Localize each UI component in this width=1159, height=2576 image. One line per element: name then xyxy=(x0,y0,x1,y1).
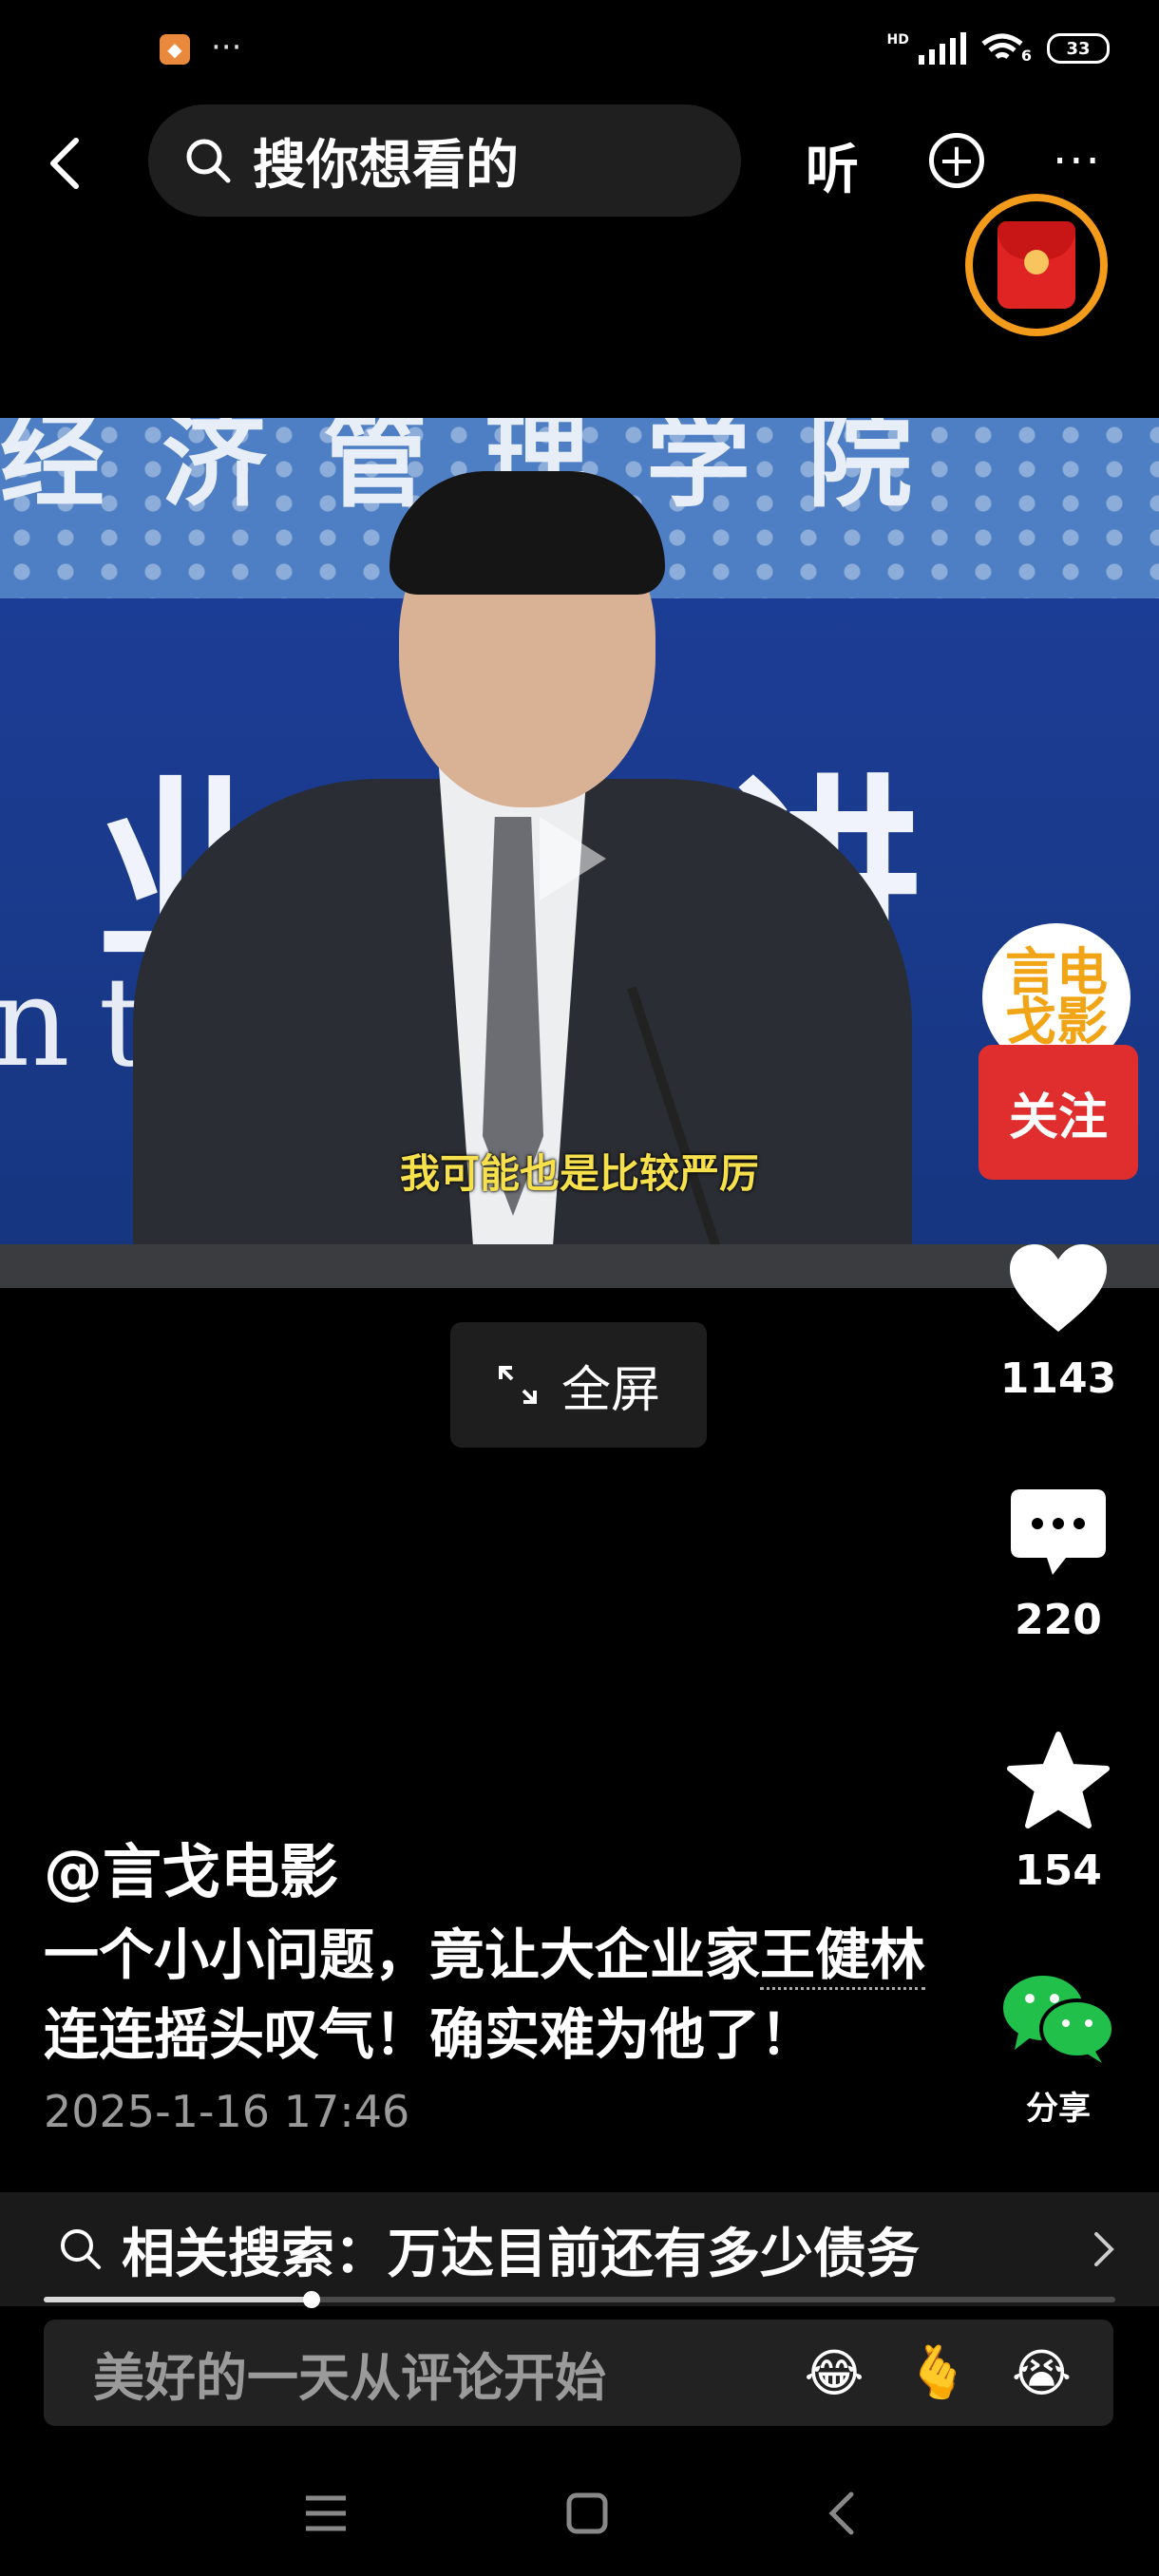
comment-count: 220 xyxy=(1015,1596,1102,1644)
related-search-bar[interactable]: 相关搜索：万达目前还有多少债务 xyxy=(0,2192,1159,2306)
search-icon xyxy=(61,2229,101,2269)
favorite-count: 154 xyxy=(1015,1847,1102,1895)
avatar-logo-text: 言电戈影 xyxy=(1005,942,1108,1051)
battery-icon: 33 xyxy=(1047,33,1110,64)
comment-bubble-icon xyxy=(1011,1489,1106,1575)
comment-button[interactable]: 220 xyxy=(978,1487,1138,1644)
chevron-right-icon xyxy=(1094,2232,1114,2266)
play-icon[interactable] xyxy=(540,817,606,900)
share-button[interactable]: 分享 xyxy=(978,1970,1138,2129)
author-name[interactable]: @言戈电影 xyxy=(44,1824,338,1909)
more-options-button[interactable]: ··· xyxy=(1053,135,1102,188)
heart-icon xyxy=(1010,1244,1107,1332)
add-button[interactable]: + xyxy=(929,133,984,188)
wechat-icon xyxy=(1003,1976,1115,2063)
search-bar[interactable]: 搜你想看的 xyxy=(148,104,741,217)
speaker-hair xyxy=(390,471,665,595)
plus-icon: + xyxy=(937,134,977,187)
star-icon xyxy=(1007,1732,1110,1828)
back-arrow-icon[interactable] xyxy=(46,135,84,192)
network-type-label: HD xyxy=(886,32,909,47)
back-icon[interactable] xyxy=(826,2491,855,2536)
caption-keyword-link[interactable]: 王健林 xyxy=(760,1923,926,1990)
comment-input[interactable]: 美好的一天从评论开始 😂 🫰 😭 xyxy=(44,2320,1113,2426)
like-count: 1143 xyxy=(999,1354,1117,1403)
system-navigation-bar xyxy=(0,2451,1159,2576)
listen-button[interactable]: 听 xyxy=(806,127,859,204)
caption-text-1: 一个小小问题，竟让大企业家 xyxy=(44,1923,761,1987)
post-timestamp: 2025-1-16 17:46 xyxy=(44,2086,410,2137)
like-button[interactable]: 1143 xyxy=(978,1242,1138,1403)
laugh-emoji-button[interactable]: 😂 xyxy=(805,2343,864,2403)
video-progress-fill xyxy=(44,2297,312,2302)
expand-icon xyxy=(498,1366,537,1404)
follow-button[interactable]: 关注 xyxy=(978,1045,1138,1180)
fullscreen-button[interactable]: 全屏 xyxy=(450,1322,707,1448)
status-more-dots: ··· xyxy=(211,28,242,66)
wifi-icon xyxy=(981,33,1023,60)
post-caption: 一个小小问题，竟让大企业家王健林连连摇头叹气！确实难为他了！ xyxy=(44,1915,946,2074)
wifi-generation-label: 6 xyxy=(1020,47,1032,65)
menu-icon[interactable] xyxy=(304,2494,348,2532)
search-icon xyxy=(186,139,231,183)
red-packet-button[interactable] xyxy=(965,194,1108,336)
caption-text-2: 连连摇头叹气！确实难为他了！ xyxy=(44,2002,816,2067)
related-search-text: 相关搜索：万达目前还有多少债务 xyxy=(122,2223,920,2285)
red-packet-icon xyxy=(998,221,1075,309)
favorite-button[interactable]: 154 xyxy=(978,1731,1138,1895)
video-progress-handle[interactable] xyxy=(303,2291,320,2308)
finger-heart-emoji-button[interactable]: 🫰 xyxy=(906,2342,970,2403)
app-notification-icon: ◆ xyxy=(160,34,190,65)
home-icon[interactable] xyxy=(566,2492,608,2534)
crying-emoji-button[interactable]: 😭 xyxy=(1012,2343,1072,2403)
fullscreen-label: 全屏 xyxy=(560,1361,660,1419)
status-indicators: HD 6 33 xyxy=(887,32,1110,65)
share-label: 分享 xyxy=(1026,2090,1091,2128)
signal-icon xyxy=(918,32,966,65)
comment-placeholder: 美好的一天从评论开始 xyxy=(93,2347,606,2408)
battery-level: 33 xyxy=(1066,38,1091,59)
search-placeholder: 搜你想看的 xyxy=(253,134,519,197)
